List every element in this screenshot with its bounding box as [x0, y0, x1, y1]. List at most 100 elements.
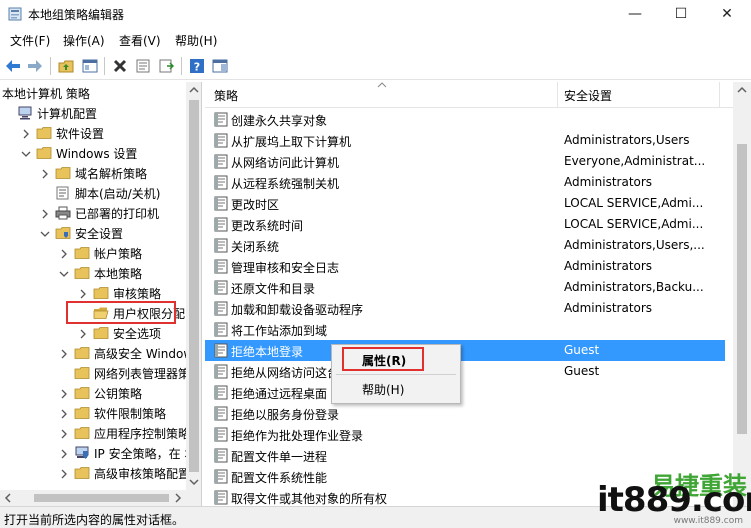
tree-item[interactable]: 审核策略 [78, 283, 161, 303]
table-row[interactable]: 拒绝通过远程桌面 [205, 382, 725, 403]
policy-name: 管理审核和安全日志 [231, 261, 340, 275]
table-row[interactable]: 从远程系统强制关机 Administrators [205, 172, 725, 193]
security-folder-icon [55, 226, 71, 240]
tree-root[interactable]: 本地计算机 策略 [2, 83, 90, 103]
list-vertical-scrollbar[interactable] [733, 82, 751, 506]
menu-help[interactable]: 帮助(H) [175, 32, 217, 49]
table-row[interactable]: 更改系统时间 LOCAL SERVICE,Admi... [205, 214, 725, 235]
group-policy-app-icon [8, 7, 22, 21]
security-setting: LOCAL SERVICE,Admi... [564, 217, 704, 231]
context-menu-help[interactable]: 帮助(H) [362, 381, 404, 398]
table-row[interactable]: 加载和卸载设备驱动程序 Administrators [205, 298, 725, 319]
policy-list-pane[interactable]: 策略 安全设置 创建永久共享对象 从扩展坞上取下计算机 Administrators… [205, 82, 751, 506]
chevron-right-icon[interactable] [59, 408, 69, 419]
table-row[interactable]: 拒绝本地登录 Guest [205, 340, 725, 361]
chevron-right-icon[interactable] [40, 168, 50, 179]
scroll-up-icon[interactable] [733, 82, 751, 98]
tree-item[interactable]: 安全选项 [78, 323, 161, 343]
tree-item[interactable]: 软件限制策略 [59, 403, 166, 423]
tree-item[interactable]: IP 安全策略，在 本地 [59, 443, 201, 463]
column-header-policy[interactable]: 策略 [214, 87, 238, 104]
table-row[interactable]: 将工作站添加到域 [205, 319, 725, 340]
tree-item-label: 安全设置 [75, 226, 124, 241]
tree-item[interactable]: 域名解析策略 [40, 163, 147, 183]
column-header-setting[interactable]: 安全设置 [564, 87, 612, 104]
table-row[interactable]: 拒绝从网络访问这台 Guest [205, 361, 725, 382]
minimize-icon: — [628, 6, 642, 22]
chevron-down-icon[interactable] [59, 268, 69, 278]
tree-item[interactable]: 公钥策略 [59, 383, 142, 403]
back-arrow-icon[interactable] [4, 57, 22, 75]
table-row[interactable]: 关闭系统 Administrators,Users,... [205, 235, 725, 256]
tree-vertical-scrollbar[interactable] [186, 82, 202, 490]
close-icon: ✕ [721, 6, 733, 22]
action-pane-icon[interactable] [211, 57, 229, 75]
tree-item[interactable]: 脚本(启动/关机) [40, 183, 160, 203]
tree-item[interactable]: 已部署的打印机 [40, 203, 159, 223]
chevron-down-icon[interactable] [40, 228, 50, 238]
table-row[interactable]: 更改时区 LOCAL SERVICE,Admi... [205, 193, 725, 214]
chevron-right-icon[interactable] [59, 448, 69, 459]
chevron-right-icon[interactable] [59, 468, 69, 479]
scroll-up-icon[interactable] [186, 82, 202, 98]
scroll-down-icon[interactable] [186, 474, 202, 490]
table-row[interactable]: 管理审核和安全日志 Administrators [205, 256, 725, 277]
tree-pane[interactable]: 本地计算机 策略 计算机配置软件设置 Windows 设置 域名解析策略 脚本(启动/… [0, 82, 202, 506]
chevron-right-icon[interactable] [40, 208, 50, 219]
tree-hscroll-thumb[interactable] [34, 494, 169, 502]
tree-item-label: 计算机配置 [37, 106, 98, 121]
scroll-left-icon[interactable] [0, 490, 16, 506]
chevron-right-icon[interactable] [59, 428, 69, 439]
chevron-right-icon[interactable] [21, 128, 31, 139]
chevron-right-icon[interactable] [78, 288, 88, 299]
tree-item[interactable]: 高级审核策略配置 [59, 463, 190, 483]
menu-file[interactable]: 文件(F) [10, 32, 50, 49]
folder-icon [74, 366, 90, 380]
table-row[interactable]: 从扩展坞上取下计算机 Administrators,Users [205, 130, 725, 151]
tree-item[interactable]: 高级安全 Windows [59, 343, 199, 363]
table-row[interactable]: 创建永久共享对象 [205, 109, 725, 130]
tree-scroll-thumb[interactable] [189, 100, 199, 472]
tree-item[interactable]: 软件设置 [21, 123, 104, 143]
tree-item[interactable]: 用户权限分配 [78, 303, 185, 323]
maximize-button[interactable]: ☐ [658, 0, 704, 28]
policy-icon [214, 322, 228, 337]
policy-name: 关闭系统 [231, 240, 280, 254]
column-divider[interactable] [719, 82, 720, 108]
tree-item[interactable]: 应用程序控制策略 [59, 423, 190, 443]
table-row[interactable]: 还原文件和目录 Administrators,Backu... [205, 277, 725, 298]
tree-item[interactable]: Windows 设置 [21, 143, 137, 163]
chevron-down-icon[interactable] [21, 148, 31, 158]
chevron-right-icon[interactable] [59, 388, 69, 399]
tree-item-label: 审核策略 [113, 286, 162, 301]
scroll-right-icon[interactable] [170, 490, 186, 506]
show-hide-tree-icon[interactable] [81, 57, 99, 75]
column-divider[interactable] [557, 82, 558, 108]
help-icon[interactable]: ? [188, 57, 206, 75]
menu-action[interactable]: 操作(A) [63, 32, 105, 49]
export-list-icon[interactable] [157, 57, 175, 75]
chevron-right-icon[interactable] [78, 328, 88, 339]
tree-horizontal-scrollbar[interactable] [0, 490, 201, 506]
table-row[interactable]: 从网络访问此计算机 Everyone,Administrat... [205, 151, 725, 172]
chevron-right-icon[interactable] [59, 248, 69, 259]
table-row[interactable]: 配置文件单一进程 [205, 445, 725, 466]
tree-item[interactable]: 网络列表管理器策略 [59, 363, 201, 383]
properties-icon[interactable] [134, 57, 152, 75]
list-scroll-thumb[interactable] [737, 144, 747, 434]
tree-item-label: 已部署的打印机 [75, 206, 160, 221]
table-row[interactable]: 拒绝作为批处理作业登录 [205, 424, 725, 445]
context-menu-properties[interactable]: 属性(R) [362, 352, 406, 369]
tree-item[interactable]: 帐户策略 [59, 243, 142, 263]
forward-arrow-icon[interactable] [26, 57, 44, 75]
delete-icon[interactable] [111, 57, 129, 75]
up-folder-icon[interactable] [57, 57, 75, 75]
tree-item[interactable]: 本地策略 [59, 263, 142, 283]
menu-view[interactable]: 查看(V) [119, 32, 161, 49]
table-row[interactable]: 拒绝以服务身份登录 [205, 403, 725, 424]
close-button[interactable]: ✕ [704, 0, 750, 28]
minimize-button[interactable]: — [612, 0, 658, 28]
tree-item[interactable]: 计算机配置 [2, 103, 97, 123]
chevron-right-icon[interactable] [59, 348, 69, 359]
tree-item[interactable]: 安全设置 [40, 223, 123, 243]
